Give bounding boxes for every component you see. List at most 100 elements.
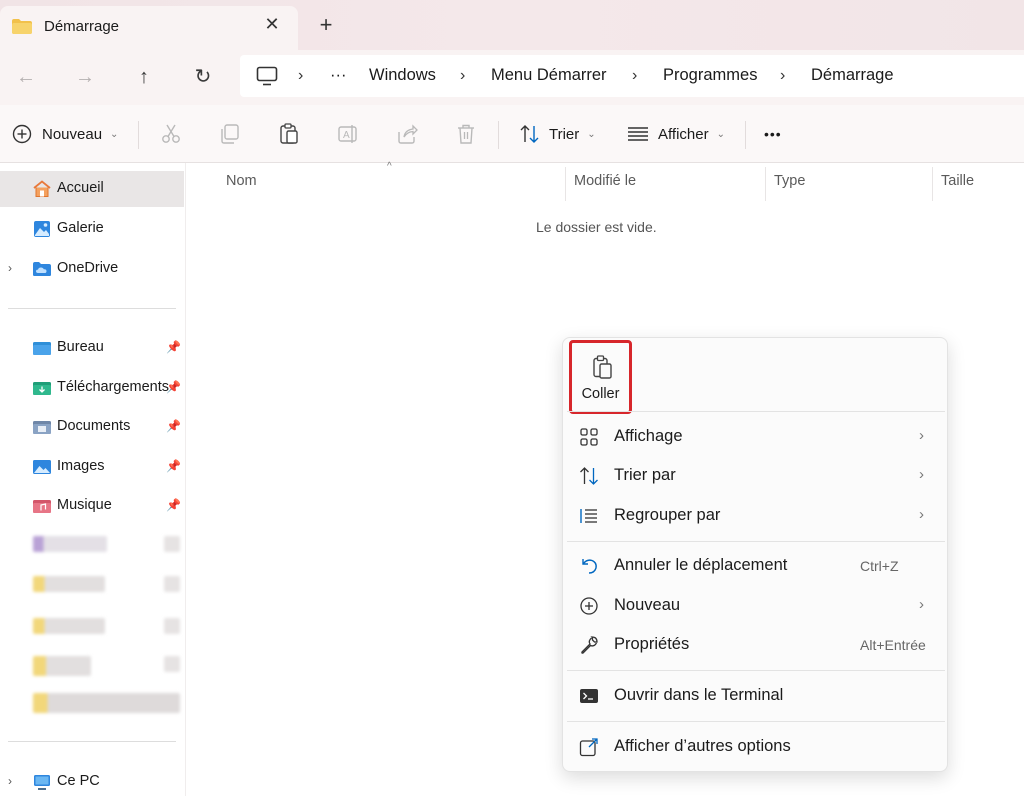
sidebar-item-label: Accueil bbox=[57, 180, 104, 196]
sidebar-item-label: Documents bbox=[57, 418, 131, 434]
menu-item-regrouper-par[interactable]: Regrouper par › bbox=[569, 497, 943, 535]
copy-icon[interactable] bbox=[219, 123, 241, 145]
forward-button[interactable]: → bbox=[71, 64, 99, 90]
breadcrumb-separator[interactable]: › bbox=[632, 67, 637, 85]
share-icon[interactable] bbox=[396, 123, 418, 145]
sidebar-item-documents[interactable]: Documents 📌 bbox=[0, 409, 184, 445]
chevron-down-icon: ⌄ bbox=[716, 128, 725, 140]
divider bbox=[567, 670, 945, 671]
redacted-sidebar-item[interactable] bbox=[33, 618, 105, 634]
column-divider[interactable] bbox=[765, 167, 766, 201]
sidebar-item-label: Musique bbox=[57, 497, 112, 513]
menu-item-annuler-deplacement[interactable]: Annuler le déplacement Ctrl+Z bbox=[569, 547, 943, 585]
home-icon bbox=[33, 180, 51, 197]
refresh-button[interactable]: ↻ bbox=[189, 64, 217, 90]
new-button[interactable]: Nouveau ⌄ bbox=[12, 122, 118, 146]
sort-icon bbox=[580, 467, 598, 485]
music-folder-icon bbox=[33, 500, 51, 513]
sort-button[interactable]: Trier ⌄ bbox=[519, 122, 596, 146]
menu-item-ouvrir-terminal[interactable]: Ouvrir dans le Terminal bbox=[569, 677, 943, 715]
this-pc-icon[interactable] bbox=[256, 66, 278, 86]
breadcrumb-demarrage[interactable]: Démarrage bbox=[811, 66, 894, 85]
column-header-type[interactable]: Type bbox=[774, 173, 805, 189]
tab-demarrage[interactable]: Démarrage ✕ bbox=[0, 6, 298, 50]
navigation-pane: Accueil Galerie › OneDrive Bureau 📌 Télé… bbox=[0, 163, 186, 796]
redacted-sidebar-item[interactable] bbox=[33, 576, 105, 592]
menu-item-label: Affichage bbox=[614, 427, 683, 445]
scrollbar[interactable] bbox=[1015, 163, 1024, 796]
expand-chevron-icon[interactable]: › bbox=[8, 774, 12, 788]
delete-icon[interactable] bbox=[455, 123, 477, 145]
breadcrumb-separator[interactable]: › bbox=[780, 67, 785, 85]
sidebar-item-label: Téléchargements bbox=[57, 379, 170, 395]
column-header-name[interactable]: Nom bbox=[226, 173, 257, 189]
more-options-button[interactable]: ••• bbox=[764, 122, 782, 146]
address-bar[interactable]: › ··· Windows › Menu Démarrer › Programm… bbox=[240, 55, 1024, 97]
sidebar-item-label: Images bbox=[57, 458, 105, 474]
menu-item-trier-par[interactable]: Trier par › bbox=[569, 457, 943, 495]
rename-icon[interactable]: A bbox=[337, 123, 359, 145]
pin-icon[interactable]: 📌 bbox=[166, 340, 181, 354]
back-button[interactable]: ← bbox=[12, 64, 40, 90]
breadcrumb-menu-demarrer[interactable]: Menu Démarrer bbox=[491, 66, 607, 85]
pin-icon[interactable]: 📌 bbox=[166, 498, 181, 512]
sidebar-item-onedrive[interactable]: › OneDrive bbox=[0, 251, 184, 287]
documents-folder-icon bbox=[33, 421, 51, 434]
view-button-label: Afficher bbox=[658, 125, 709, 143]
pin-icon[interactable]: 📌 bbox=[166, 419, 181, 433]
downloads-folder-icon bbox=[33, 382, 51, 395]
divider bbox=[567, 411, 945, 412]
column-header-modified[interactable]: Modifié le bbox=[574, 173, 636, 189]
group-icon bbox=[580, 509, 597, 523]
sidebar-item-images[interactable]: Images 📌 bbox=[0, 449, 184, 485]
redacted-sidebar-item[interactable] bbox=[33, 536, 107, 552]
menu-item-nouveau[interactable]: Nouveau › bbox=[569, 587, 943, 625]
sidebar-item-ce-pc[interactable]: › Ce PC bbox=[0, 764, 184, 796]
cut-icon[interactable] bbox=[160, 123, 182, 145]
sidebar-item-bureau[interactable]: Bureau 📌 bbox=[0, 330, 184, 366]
divider bbox=[498, 121, 499, 149]
sidebar-item-telechargements[interactable]: Téléchargements 📌 bbox=[0, 370, 184, 406]
pin-icon[interactable]: 📌 bbox=[166, 459, 181, 473]
close-tab-icon[interactable]: ✕ bbox=[262, 14, 282, 34]
column-divider[interactable] bbox=[565, 167, 566, 201]
paste-button[interactable]: Coller bbox=[569, 340, 632, 414]
sidebar-item-accueil[interactable]: Accueil bbox=[0, 171, 184, 207]
wrench-icon bbox=[581, 636, 598, 654]
menu-item-proprietes[interactable]: Propriétés Alt+Entrée bbox=[569, 626, 943, 664]
breadcrumb-windows[interactable]: Windows bbox=[369, 66, 436, 85]
menu-item-affichage[interactable]: Affichage › bbox=[569, 418, 943, 456]
expand-chevron-icon[interactable]: › bbox=[8, 261, 12, 275]
sort-icon bbox=[520, 125, 539, 143]
view-button[interactable]: Afficher ⌄ bbox=[627, 122, 725, 146]
column-header-size[interactable]: Taille bbox=[941, 173, 974, 189]
sort-button-label: Trier bbox=[549, 125, 580, 143]
new-tab-button[interactable]: + bbox=[316, 14, 336, 36]
view-list-icon bbox=[628, 127, 648, 141]
column-divider[interactable] bbox=[932, 167, 933, 201]
breadcrumb-programmes[interactable]: Programmes bbox=[663, 66, 757, 85]
menu-item-autres-options[interactable]: Afficher d’autres options bbox=[569, 728, 943, 766]
sidebar-item-galerie[interactable]: Galerie bbox=[0, 211, 184, 247]
menu-item-label: Trier par bbox=[614, 466, 676, 484]
paste-icon[interactable] bbox=[278, 123, 300, 145]
redacted-pin bbox=[164, 618, 180, 634]
gallery-icon bbox=[34, 221, 50, 237]
breadcrumb-separator[interactable]: › bbox=[460, 67, 465, 85]
pictures-folder-icon bbox=[33, 460, 51, 474]
breadcrumb-separator[interactable]: › bbox=[298, 67, 303, 85]
view-grid-icon bbox=[580, 428, 598, 446]
new-button-label: Nouveau bbox=[42, 125, 103, 143]
pin-icon[interactable]: 📌 bbox=[166, 380, 181, 394]
redacted-pin bbox=[164, 576, 180, 592]
divider bbox=[745, 121, 746, 149]
shortcut-label: Alt+Entrée bbox=[860, 637, 926, 653]
up-button[interactable]: ↑ bbox=[130, 64, 158, 90]
menu-item-label: Ouvrir dans le Terminal bbox=[614, 686, 784, 704]
breadcrumb-more[interactable]: ··· bbox=[330, 66, 346, 85]
sidebar-item-musique[interactable]: Musique 📌 bbox=[0, 488, 184, 524]
paste-icon bbox=[593, 355, 612, 379]
redacted-pin bbox=[164, 536, 180, 552]
redacted-sidebar-item[interactable] bbox=[33, 656, 91, 676]
redacted-sidebar-item[interactable] bbox=[33, 693, 180, 713]
